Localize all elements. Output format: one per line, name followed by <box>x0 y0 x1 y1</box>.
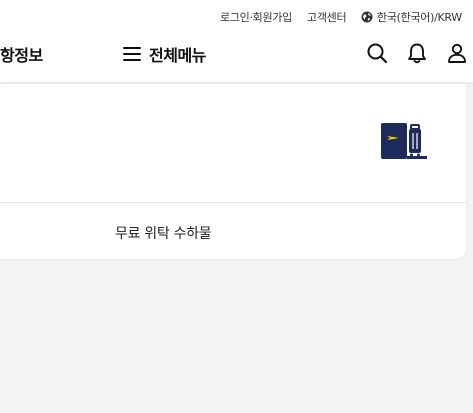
language-selector[interactable]: 한국(한국어)/KRW <box>361 9 462 25</box>
search-icon[interactable] <box>366 42 388 64</box>
language-label: 한국(한국어)/KRW <box>377 11 462 24</box>
utility-bar: 로그인·회원가입 고객센터 한국(한국어)/KRW <box>0 0 473 34</box>
login-signup-link[interactable]: 로그인·회원가입 <box>220 9 292 25</box>
nav-item-flight-info[interactable]: 항정보 <box>0 42 43 66</box>
bell-icon[interactable] <box>406 42 428 64</box>
card-divider <box>0 202 466 203</box>
hamburger-icon <box>123 47 141 61</box>
main-navbar: 항정보 전체메뉴 <box>0 34 473 83</box>
checked-baggage-icon <box>381 123 427 159</box>
baggage-card: 무료 위탁 수하물 <box>0 84 466 259</box>
globe-icon <box>361 11 373 23</box>
all-menu-label: 전체메뉴 <box>149 46 206 65</box>
free-checked-baggage-label[interactable]: 무료 위탁 수하물 <box>115 223 212 243</box>
all-menu-button[interactable]: 전체메뉴 <box>123 42 206 66</box>
user-icon[interactable] <box>446 42 468 64</box>
customer-center-link[interactable]: 고객센터 <box>307 9 347 25</box>
